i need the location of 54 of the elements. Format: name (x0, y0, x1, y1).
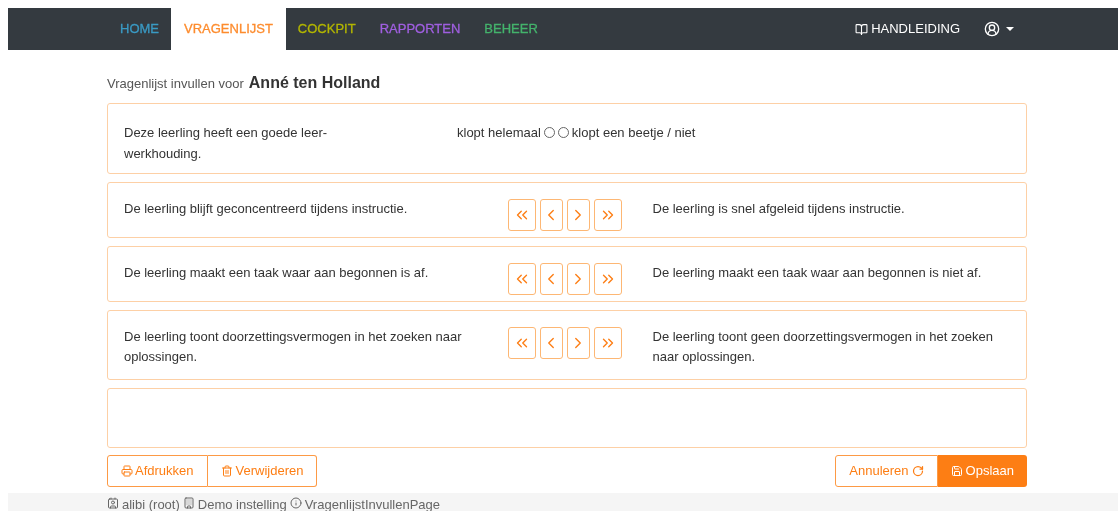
scale-button[interactable] (539, 262, 563, 295)
save-button[interactable]: Opslaan (937, 455, 1027, 487)
statement-text: De leerling is snel afgeleid tijdens instructie. (652, 199, 906, 218)
scale-button[interactable] (593, 198, 622, 231)
question-text: Deze leerling heeft een goede leer-werkhouding. (124, 124, 329, 163)
tab-label: COCKPIT (297, 20, 356, 39)
manual-link[interactable]: HANDLEIDING (855, 19, 960, 39)
scale-button[interactable] (593, 262, 622, 295)
heading-prefix: Vragenlijst invullen voor (107, 75, 244, 93)
book-icon (855, 22, 869, 36)
save-icon (950, 465, 963, 477)
scale-button[interactable] (539, 326, 563, 359)
scale-button[interactable] (507, 262, 536, 295)
user-text: alibi (root) (122, 496, 180, 511)
delete-button[interactable]: Verwijderen (207, 455, 318, 487)
nav-tab[interactable]: HOME (108, 8, 171, 50)
info-icon (289, 497, 302, 509)
scale-button[interactable] (507, 326, 536, 359)
option-label: klopt een beetje / niet (571, 124, 696, 142)
statement-text: De leerling toont geen doorzettingsvermogen in het zoeken naar oplossingen. (652, 327, 994, 366)
statement-text: De leerling blijft geconcentreerd tijdens instructie. (124, 199, 409, 218)
user-icon (984, 21, 1000, 37)
cancel-button[interactable]: Annuleren (835, 455, 938, 487)
option-label: klopt helemaal (457, 124, 541, 142)
tab-label: HOME (120, 20, 159, 39)
statement-text: De leerling toont doorzettingsvermogen in het zoeken naar oplossingen. (124, 327, 463, 366)
statement-text: De leerling maakt een taak waar aan begonnen is af. (124, 263, 430, 282)
id-badge-icon (107, 497, 119, 509)
undo-icon (911, 465, 924, 477)
nav-tab[interactable]: BEHEER (472, 8, 550, 50)
nav-tab[interactable]: RAPPORTEN (367, 8, 473, 50)
caret-icon (1006, 27, 1014, 31)
scale-button[interactable] (566, 262, 590, 295)
building-icon (182, 497, 195, 509)
tab-label: RAPPORTEN (379, 20, 461, 39)
user-menu-button[interactable] (984, 21, 1014, 37)
scale-button[interactable] (566, 198, 590, 231)
nav-tab[interactable]: VRAGENLIJST (171, 8, 286, 50)
scale-button[interactable] (507, 198, 536, 231)
scale-button[interactable] (566, 326, 590, 359)
radio-button[interactable] (543, 127, 555, 138)
nav-tab[interactable]: COCKPIT (285, 8, 368, 50)
student-name: Anné ten Holland (248, 73, 381, 93)
radio-button[interactable] (557, 127, 569, 138)
scale-button[interactable] (593, 326, 622, 359)
tab-label: VRAGENLIJST (184, 20, 273, 39)
scale-button[interactable] (539, 198, 563, 231)
print-button[interactable]: Afdrukken (107, 455, 208, 487)
institution-text: Demo instelling (197, 496, 287, 511)
statement-text: De leerling maakt een taak waar aan begonnen is niet af. (652, 263, 983, 282)
page-name-text: VragenlijstInvullenPage (304, 496, 441, 511)
printer-icon (121, 465, 133, 477)
tab-label: BEHEER (484, 20, 538, 39)
trash-icon (220, 465, 233, 477)
